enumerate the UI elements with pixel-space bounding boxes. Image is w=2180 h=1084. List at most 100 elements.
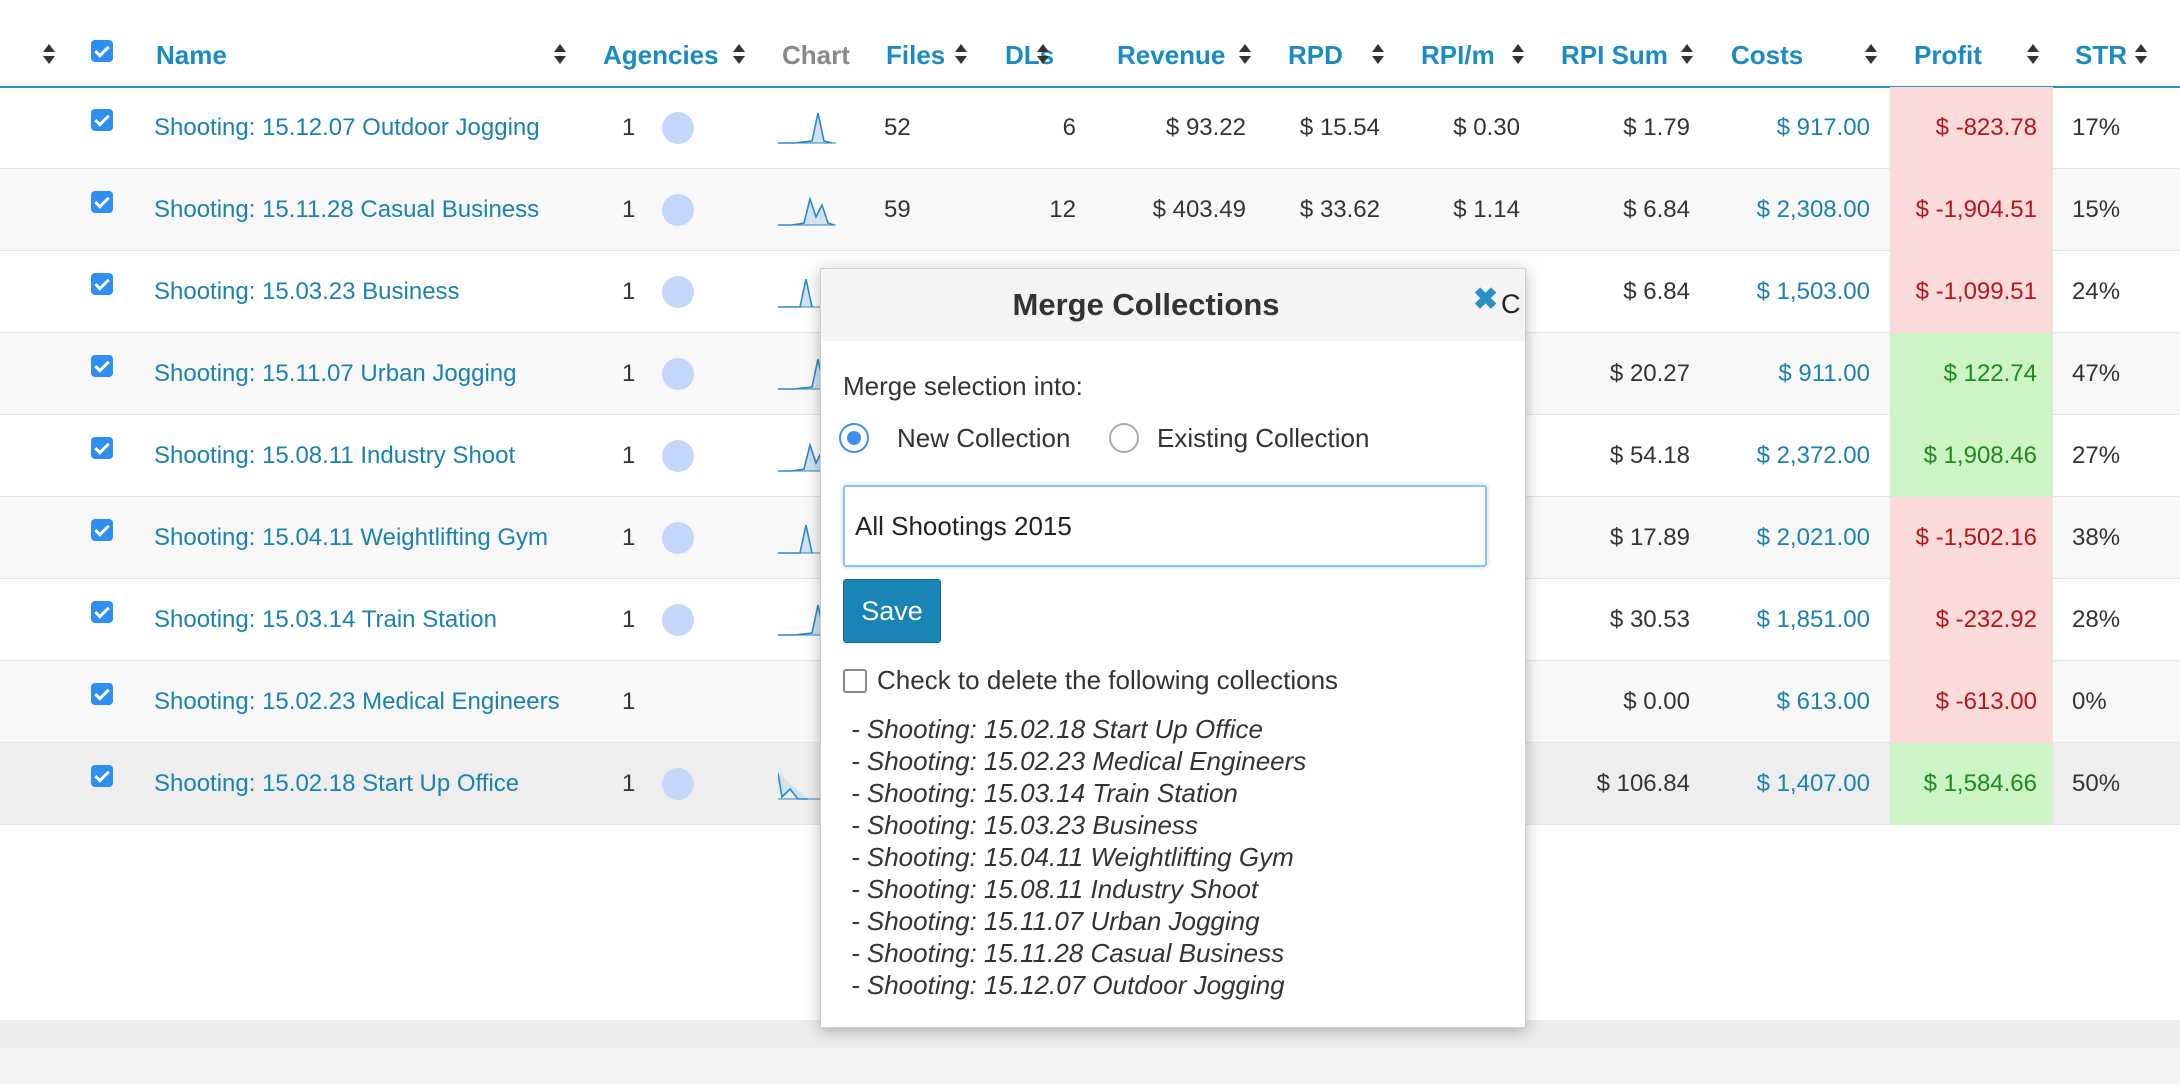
costs-link[interactable]: $ 2,021.00 bbox=[1710, 497, 1870, 579]
header-rpim[interactable]: RPI/m bbox=[1421, 38, 1495, 72]
sort-costs-icon[interactable] bbox=[1864, 42, 1878, 68]
revenue-value: $ 403.49 bbox=[1152, 196, 1246, 223]
str-value: 38% bbox=[2072, 524, 2121, 551]
row-checkbox[interactable] bbox=[91, 601, 113, 623]
header-rpd[interactable]: RPD bbox=[1288, 38, 1343, 72]
sort-profit-icon[interactable] bbox=[2026, 42, 2040, 68]
select-all-checkbox[interactable] bbox=[91, 40, 113, 62]
sort-rpd-icon[interactable] bbox=[1371, 42, 1385, 68]
collection-name-link[interactable]: Shooting: 15.02.23 Medical Engineers bbox=[154, 661, 560, 743]
header-name[interactable]: Name bbox=[156, 38, 227, 72]
profit-value: $ 1,908.46 bbox=[1890, 415, 2053, 497]
rpi-sum-value: $ 6.84 bbox=[1623, 278, 1690, 305]
collection-name-link[interactable]: Shooting: 15.12.07 Outdoor Jogging bbox=[154, 87, 540, 169]
delete-collections-label[interactable]: Check to delete the following collection… bbox=[877, 665, 1338, 696]
header-agencies[interactable]: Agencies bbox=[603, 38, 719, 72]
str-value: 17% bbox=[2072, 114, 2121, 141]
row-checkbox[interactable] bbox=[91, 437, 113, 459]
table-row: Shooting: 15.11.28 Casual Business 1 59 12 $… bbox=[0, 169, 2180, 251]
row-checkbox[interactable] bbox=[91, 683, 113, 705]
close-icon[interactable]: ✖ bbox=[1473, 283, 1498, 317]
rpim-value: $ 1.14 bbox=[1453, 196, 1520, 223]
costs-link[interactable]: $ 2,308.00 bbox=[1710, 169, 1870, 251]
costs-link[interactable]: $ 1,851.00 bbox=[1710, 579, 1870, 661]
existing-collection-radio[interactable] bbox=[1109, 423, 1139, 453]
agency-avatar bbox=[662, 522, 694, 554]
agency-avatar bbox=[662, 112, 694, 144]
collection-name-link[interactable]: Shooting: 15.03.14 Train Station bbox=[154, 579, 497, 661]
row-checkbox[interactable] bbox=[91, 273, 113, 295]
new-collection-radio[interactable] bbox=[839, 423, 869, 453]
header-revenue[interactable]: Revenue bbox=[1117, 38, 1225, 72]
agency-avatar bbox=[662, 604, 694, 636]
collection-name-link[interactable]: Shooting: 15.11.07 Urban Jogging bbox=[154, 333, 517, 415]
agencies-count: 1 bbox=[622, 770, 636, 797]
header-str[interactable]: STR bbox=[2075, 38, 2127, 72]
rpi-sum-value: $ 54.18 bbox=[1609, 442, 1690, 469]
table-header: Name Agencies Chart Files DLs Revenue RP… bbox=[0, 0, 2180, 88]
dialog-header: Merge Collections ✖ C bbox=[821, 269, 1525, 341]
rpi-sum-value: $ 17.89 bbox=[1609, 524, 1690, 551]
header-costs[interactable]: Costs bbox=[1731, 38, 1803, 72]
save-button[interactable]: Save bbox=[843, 579, 941, 643]
header-profit[interactable]: Profit bbox=[1914, 38, 1982, 72]
dialog-title: Merge Collections bbox=[1012, 287, 1280, 322]
existing-collection-label[interactable]: Existing Collection bbox=[1157, 423, 1369, 454]
list-item: - Shooting: 15.02.23 Medical Engineers bbox=[851, 746, 1307, 776]
collection-name-input[interactable] bbox=[843, 485, 1487, 567]
costs-link[interactable]: $ 2,372.00 bbox=[1710, 415, 1870, 497]
list-item: - Shooting: 15.08.11 Industry Shoot bbox=[851, 874, 1259, 904]
profit-value: $ -1,904.51 bbox=[1890, 169, 2053, 251]
costs-link[interactable]: $ 1,503.00 bbox=[1710, 251, 1870, 333]
str-value: 27% bbox=[2072, 442, 2121, 469]
row-checkbox[interactable] bbox=[91, 109, 113, 131]
costs-link[interactable]: $ 917.00 bbox=[1710, 87, 1870, 169]
costs-link[interactable]: $ 911.00 bbox=[1710, 333, 1870, 415]
sort-rpim-icon[interactable] bbox=[1511, 42, 1525, 68]
costs-link[interactable]: $ 613.00 bbox=[1710, 661, 1870, 743]
rpi-sum-value: $ 106.84 bbox=[1596, 770, 1690, 797]
collection-list: - Shooting: 15.02.18 Start Up Office - Sh… bbox=[851, 713, 1306, 1001]
rpi-sum-value: $ 20.27 bbox=[1609, 360, 1690, 387]
delete-collections-checkbox[interactable] bbox=[843, 669, 867, 693]
rpi-sum-value: $ 30.53 bbox=[1609, 606, 1690, 633]
profit-value: $ -613.00 bbox=[1890, 661, 2053, 743]
merge-collections-dialog: Merge Collections ✖ C Merge selection in… bbox=[820, 268, 1526, 1028]
close-label[interactable]: C bbox=[1501, 287, 1521, 321]
profit-value: $ -1,502.16 bbox=[1890, 497, 2053, 579]
agencies-count: 1 bbox=[622, 360, 636, 387]
collection-name-link[interactable]: Shooting: 15.03.23 Business bbox=[154, 251, 460, 333]
rpd-value: $ 15.54 bbox=[1299, 114, 1380, 141]
str-value: 50% bbox=[2072, 770, 2121, 797]
merge-into-label: Merge selection into: bbox=[843, 371, 1083, 401]
sort-agencies-icon[interactable] bbox=[732, 42, 746, 68]
sort-revenue-icon[interactable] bbox=[1238, 42, 1252, 68]
agency-avatar bbox=[662, 440, 694, 472]
sort-dls-icon[interactable] bbox=[1036, 42, 1050, 68]
collection-name-link[interactable]: Shooting: 15.11.28 Casual Business bbox=[154, 169, 539, 251]
sort-files-icon[interactable] bbox=[954, 42, 968, 68]
sort-str-icon[interactable] bbox=[2134, 42, 2148, 68]
list-item: - Shooting: 15.12.07 Outdoor Jogging bbox=[851, 970, 1285, 1000]
row-checkbox[interactable] bbox=[91, 765, 113, 787]
sort-rpisum-icon[interactable] bbox=[1680, 42, 1694, 68]
row-checkbox[interactable] bbox=[91, 355, 113, 377]
new-collection-label[interactable]: New Collection bbox=[897, 423, 1070, 454]
row-checkbox[interactable] bbox=[91, 191, 113, 213]
costs-link[interactable]: $ 1,407.00 bbox=[1710, 743, 1870, 825]
files-count: 52 bbox=[884, 114, 911, 141]
agency-avatar bbox=[662, 358, 694, 390]
rpi-sum-value: $ 6.84 bbox=[1623, 196, 1690, 223]
profit-value: $ -823.78 bbox=[1890, 87, 2053, 169]
sort-icon[interactable] bbox=[42, 42, 56, 68]
row-checkbox[interactable] bbox=[91, 519, 113, 541]
agency-avatar bbox=[662, 194, 694, 226]
collection-name-link[interactable]: Shooting: 15.04.11 Weightlifting Gym bbox=[154, 497, 548, 579]
str-value: 0% bbox=[2072, 688, 2107, 715]
header-rpisum[interactable]: RPI Sum bbox=[1561, 38, 1668, 72]
collection-name-link[interactable]: Shooting: 15.08.11 Industry Shoot bbox=[154, 415, 515, 497]
sort-name-icon[interactable] bbox=[553, 42, 567, 68]
header-files[interactable]: Files bbox=[886, 38, 945, 72]
str-value: 15% bbox=[2072, 196, 2121, 223]
collection-name-link[interactable]: Shooting: 15.02.18 Start Up Office bbox=[154, 743, 519, 825]
